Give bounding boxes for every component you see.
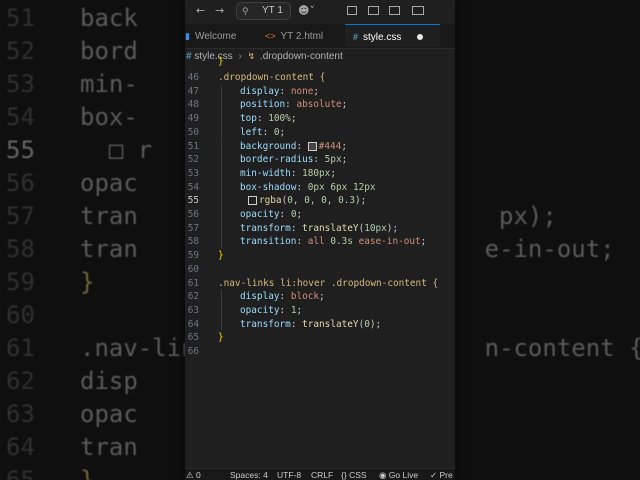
code-declaration: background: #444; bbox=[240, 140, 347, 152]
line-number: 52 bbox=[187, 154, 199, 166]
code-brace: } bbox=[218, 332, 224, 344]
layout-icon[interactable] bbox=[412, 6, 424, 15]
line-number: 50 bbox=[187, 126, 199, 138]
indent-guide bbox=[221, 290, 222, 304]
line-number: 60 bbox=[187, 263, 199, 275]
tab-label: Welcome bbox=[194, 31, 237, 42]
line-number: 64 bbox=[187, 318, 199, 330]
unsaved-dot-icon[interactable] bbox=[417, 34, 424, 41]
copilot-icon[interactable]: ☻˅ bbox=[298, 3, 315, 19]
tab-label: style.css bbox=[363, 32, 402, 43]
code-declaration: border-radius: 5px; bbox=[240, 154, 348, 166]
line-number: 55 bbox=[187, 195, 199, 207]
broadcast-icon: ◉ bbox=[379, 470, 387, 480]
line-number: 61 bbox=[187, 277, 199, 289]
line-number: 57 bbox=[187, 222, 199, 234]
line-number: 47 bbox=[187, 85, 199, 97]
indent-guide bbox=[221, 125, 222, 140]
search-icon: ⚲ bbox=[242, 6, 249, 16]
vscode-icon: ▮ bbox=[185, 31, 190, 41]
code-declaration: left: 0; bbox=[240, 126, 286, 138]
line-number: 51 bbox=[187, 140, 199, 152]
tab-label: YT 2.html bbox=[280, 31, 324, 42]
indent-guide bbox=[221, 194, 222, 208]
indent-guide bbox=[221, 303, 222, 318]
search-text: YT 1 bbox=[262, 5, 283, 16]
code-selector: .nav-links li:hover .dropdown-content { bbox=[218, 277, 439, 289]
code-declaration: opacity: 1; bbox=[240, 304, 303, 316]
html-icon: <> bbox=[265, 31, 276, 41]
prettier-status[interactable]: ✓ Pre bbox=[430, 469, 453, 480]
language-mode[interactable]: {} CSS bbox=[341, 469, 367, 480]
tab-yt2-html[interactable]: <> YT 2.html bbox=[257, 24, 343, 48]
line-number: 54 bbox=[187, 181, 199, 193]
indent-guide bbox=[221, 84, 222, 99]
indent-guide bbox=[221, 180, 222, 195]
tab-style-css[interactable]: # style.css bbox=[345, 24, 440, 47]
line-number: 58 bbox=[187, 236, 199, 248]
indent-guide bbox=[221, 221, 222, 236]
line-number: 49 bbox=[187, 113, 199, 125]
line-number: 66 bbox=[187, 346, 199, 357]
code-declaration: box-shadow: 0px 6px 12px bbox=[240, 181, 376, 193]
code-editor[interactable]: } 46 .dropdown-content { 47 display: none;… bbox=[185, 56, 455, 468]
command-center-search[interactable]: ⚲ YT 1 bbox=[236, 2, 291, 20]
braces-icon: {} bbox=[341, 470, 347, 480]
code-declaration: min-width: 180px; bbox=[240, 167, 336, 179]
indent-guide bbox=[221, 235, 222, 250]
code-selector: .dropdown-content { bbox=[218, 72, 326, 83]
tab-bar: ▮ Welcome <> YT 2.html # style.css bbox=[185, 24, 455, 49]
line-number: 59 bbox=[187, 250, 199, 262]
indent-guide bbox=[221, 98, 222, 113]
indent-guide bbox=[221, 153, 222, 167]
encoding-status[interactable]: UTF-8 bbox=[277, 469, 301, 480]
code-brace: } bbox=[218, 250, 224, 262]
line-number: 62 bbox=[187, 291, 199, 303]
line-number: 53 bbox=[187, 167, 199, 179]
code-line-partial: } bbox=[218, 56, 224, 67]
indent-guide bbox=[221, 139, 222, 154]
line-number: 65 bbox=[187, 332, 199, 344]
prettier-label: Pre bbox=[439, 470, 453, 480]
line-number: 46 bbox=[187, 72, 199, 83]
panel-icon[interactable] bbox=[368, 6, 379, 15]
title-bar: ← → ⚲ YT 1 ☻˅ bbox=[185, 0, 455, 22]
check-double-icon: ✓ bbox=[430, 470, 438, 480]
language-label: CSS bbox=[349, 470, 367, 480]
color-swatch-icon[interactable] bbox=[248, 196, 257, 206]
problems-count: 0 bbox=[196, 470, 201, 480]
tab-welcome[interactable]: ▮ Welcome bbox=[185, 24, 255, 48]
code-declaration: transform: translateY(0); bbox=[240, 318, 382, 330]
color-swatch-icon[interactable] bbox=[307, 141, 317, 151]
code-declaration: display: none; bbox=[240, 85, 320, 97]
indent-guide bbox=[221, 208, 222, 222]
line-number: 63 bbox=[187, 304, 199, 316]
indent-guide bbox=[221, 317, 222, 332]
indentation-status[interactable]: Spaces: 4 bbox=[230, 469, 268, 480]
code-declaration: display: block; bbox=[240, 291, 325, 303]
problems-indicator[interactable]: ⚠ 0 bbox=[186, 469, 201, 480]
vscode-window: ← → ⚲ YT 1 ☻˅ ▮ Welcome <> YT 2.html # styl… bbox=[185, 0, 455, 480]
arrow-right-icon[interactable]: → bbox=[215, 3, 224, 19]
line-number: 56 bbox=[187, 209, 199, 220]
code-declaration: top: 100%; bbox=[240, 113, 297, 125]
code-declaration: transition: all 0.3s ease-in-out; bbox=[240, 236, 427, 248]
split-icon[interactable] bbox=[389, 6, 400, 15]
arrow-left-icon[interactable]: ← bbox=[196, 3, 205, 19]
code-declaration: transform: translateY(10px); bbox=[240, 222, 399, 234]
eol-status[interactable]: CRLF bbox=[311, 469, 333, 480]
code-declaration: rgba(0, 0, 0, 0.3); bbox=[248, 194, 366, 208]
css-icon: # bbox=[353, 32, 359, 42]
warning-icon: ⚠ bbox=[186, 470, 194, 480]
indent-guide bbox=[221, 112, 222, 126]
indent-guide bbox=[221, 166, 222, 181]
code-declaration: opacity: 0; bbox=[240, 209, 303, 220]
go-live-label: Go Live bbox=[388, 470, 419, 480]
go-live-button[interactable]: ◉ Go Live bbox=[379, 469, 418, 480]
sidebar-icon[interactable] bbox=[347, 6, 357, 15]
line-number: 48 bbox=[187, 99, 199, 111]
code-declaration: position: absolute; bbox=[240, 99, 348, 111]
status-bar: ⚠ 0 Spaces: 4 UTF-8 CRLF {} CSS ◉ Go Liv… bbox=[185, 468, 455, 480]
